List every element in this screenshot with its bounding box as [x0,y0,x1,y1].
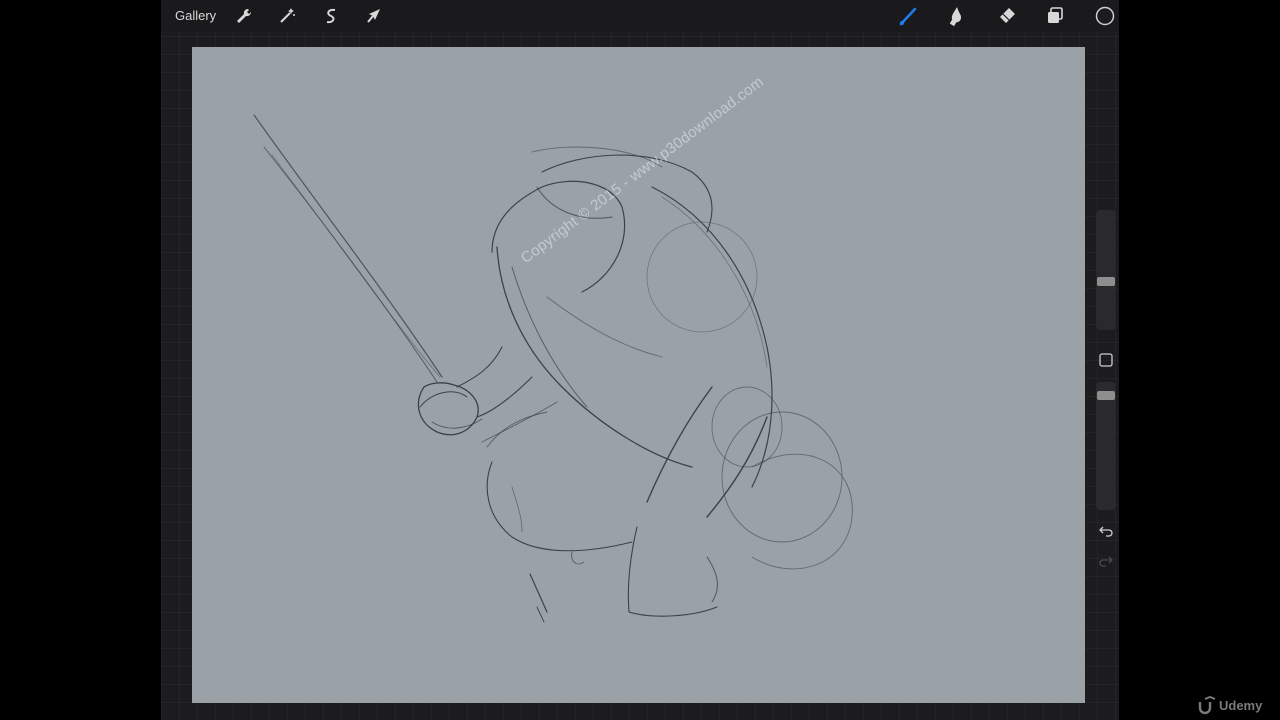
video-frame: Gallery Copyright © 2015 - www.p30downlo… [0,0,1280,720]
gallery-button[interactable]: Gallery [175,8,216,23]
procreate-app: Gallery [161,0,1119,720]
opacity-handle[interactable] [1097,391,1115,400]
transform-arrow-icon[interactable] [363,5,385,27]
sketch-drawing [253,114,853,623]
udemy-logo: Udemy [1197,695,1262,716]
eraser-icon[interactable] [996,5,1018,27]
undo-icon[interactable] [1098,522,1114,538]
side-controls [1096,210,1116,572]
smudge-icon[interactable] [946,5,968,27]
brush-icon[interactable] [897,5,919,27]
brush-size-handle[interactable] [1097,277,1115,286]
layers-icon[interactable] [1044,5,1066,27]
udemy-logo-icon [1198,695,1216,715]
opacity-slider[interactable] [1096,382,1116,510]
color-picker-icon[interactable] [1094,5,1116,27]
brush-size-slider[interactable] [1096,210,1116,330]
redo-icon[interactable] [1098,552,1114,568]
wrench-icon[interactable] [233,5,255,27]
selection-icon[interactable] [320,5,342,27]
udemy-wordmark: Udemy [1219,698,1263,713]
modify-button[interactable] [1098,352,1114,368]
top-toolbar: Gallery [161,0,1119,32]
magic-wand-icon[interactable] [276,5,298,27]
drawing-canvas[interactable] [192,47,1085,703]
